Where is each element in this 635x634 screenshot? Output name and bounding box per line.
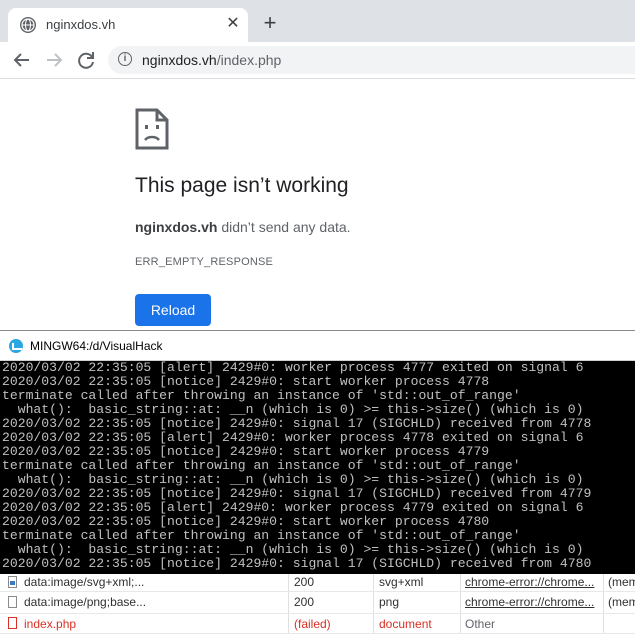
error-code: ERR_EMPTY_RESPONSE	[135, 256, 274, 268]
tab-title: nginxdos.vh	[46, 17, 116, 32]
terminal-line: 2020/03/02 22:35:05 [notice] 2429#0: sta…	[2, 444, 490, 459]
terminal-line: what(): basic_string::at: __n (which is …	[2, 472, 584, 487]
terminal-line: 2020/03/02 22:35:05 [alert] 2429#0: work…	[2, 361, 584, 375]
terminal-line: terminate called after throwing an insta…	[2, 528, 521, 543]
reload-toolbar-button[interactable]	[74, 48, 98, 72]
tab-nginxdos[interactable]: nginxdos.vh ✕	[8, 8, 248, 42]
tab-strip: nginxdos.vh ✕ +	[0, 0, 635, 42]
terminal-line: 2020/03/02 22:35:05 [notice] 2429#0: sig…	[2, 416, 592, 431]
error-title: This page isn’t working	[135, 174, 349, 197]
terminal-line: terminate called after throwing an insta…	[2, 388, 521, 403]
file-icon	[8, 596, 17, 608]
url-text: nginxdos.vh/index.php	[142, 52, 282, 68]
terminal-output[interactable]: 2020/03/02 22:35:05 [alert] 2429#0: work…	[0, 361, 635, 571]
terminal-line: 2020/03/02 22:35:05 [alert] 2429#0: work…	[2, 500, 584, 515]
refresh-icon	[78, 52, 94, 69]
arrow-right-icon	[47, 53, 63, 67]
sad-page-icon	[135, 108, 169, 150]
terminal-line: what(): basic_string::at: __n (which is …	[2, 542, 584, 557]
terminal-line: 2020/03/02 22:35:05 [notice] 2429#0: sta…	[2, 374, 490, 389]
reload-button[interactable]: Reload	[135, 294, 211, 326]
terminal-line: 2020/03/02 22:35:05 [alert] 2429#0: work…	[2, 430, 584, 445]
close-icon[interactable]: ✕	[225, 16, 241, 32]
terminal-window[interactable]: MINGW64:/d/VisualHack 2020/03/02 22:35:0…	[0, 330, 635, 578]
arrow-left-icon	[13, 53, 29, 67]
forward-button[interactable]	[42, 48, 66, 72]
terminal-line: 2020/03/02 22:35:05 [notice] 2429#0: sig…	[2, 556, 592, 571]
terminal-line: what(): basic_string::at: __n (which is …	[2, 402, 584, 417]
terminal-line: 2020/03/02 22:35:05 [notice] 2429#0: sta…	[2, 514, 490, 529]
new-tab-button[interactable]: +	[258, 12, 282, 36]
globe-icon	[20, 17, 36, 33]
mingw-icon	[9, 339, 23, 353]
back-button[interactable]	[10, 48, 34, 72]
table-row[interactable]: data:image/svg+xml;... 200 svg+xml chrom…	[0, 574, 635, 592]
network-table: data:image/svg+xml;... 200 svg+xml chrom…	[0, 574, 635, 634]
terminal-line: terminate called after throwing an insta…	[2, 458, 521, 473]
image-file-icon	[8, 576, 17, 588]
terminal-line: 2020/03/02 22:35:05 [notice] 2429#0: sig…	[2, 486, 592, 501]
table-row[interactable]: data:image/png;base... 200 png chrome-er…	[0, 592, 635, 614]
info-icon[interactable]: i	[118, 52, 132, 66]
terminal-titlebar[interactable]: MINGW64:/d/VisualHack	[0, 331, 635, 361]
browser-toolbar: i nginxdos.vh/index.php	[0, 42, 635, 79]
terminal-title: MINGW64:/d/VisualHack	[30, 339, 163, 353]
document-file-icon	[8, 617, 17, 629]
error-description: nginxdos.vh didn’t send any data.	[135, 219, 351, 235]
address-bar[interactable]: i nginxdos.vh/index.php	[108, 46, 635, 74]
table-row[interactable]: index.php (failed) document Other	[0, 614, 635, 634]
